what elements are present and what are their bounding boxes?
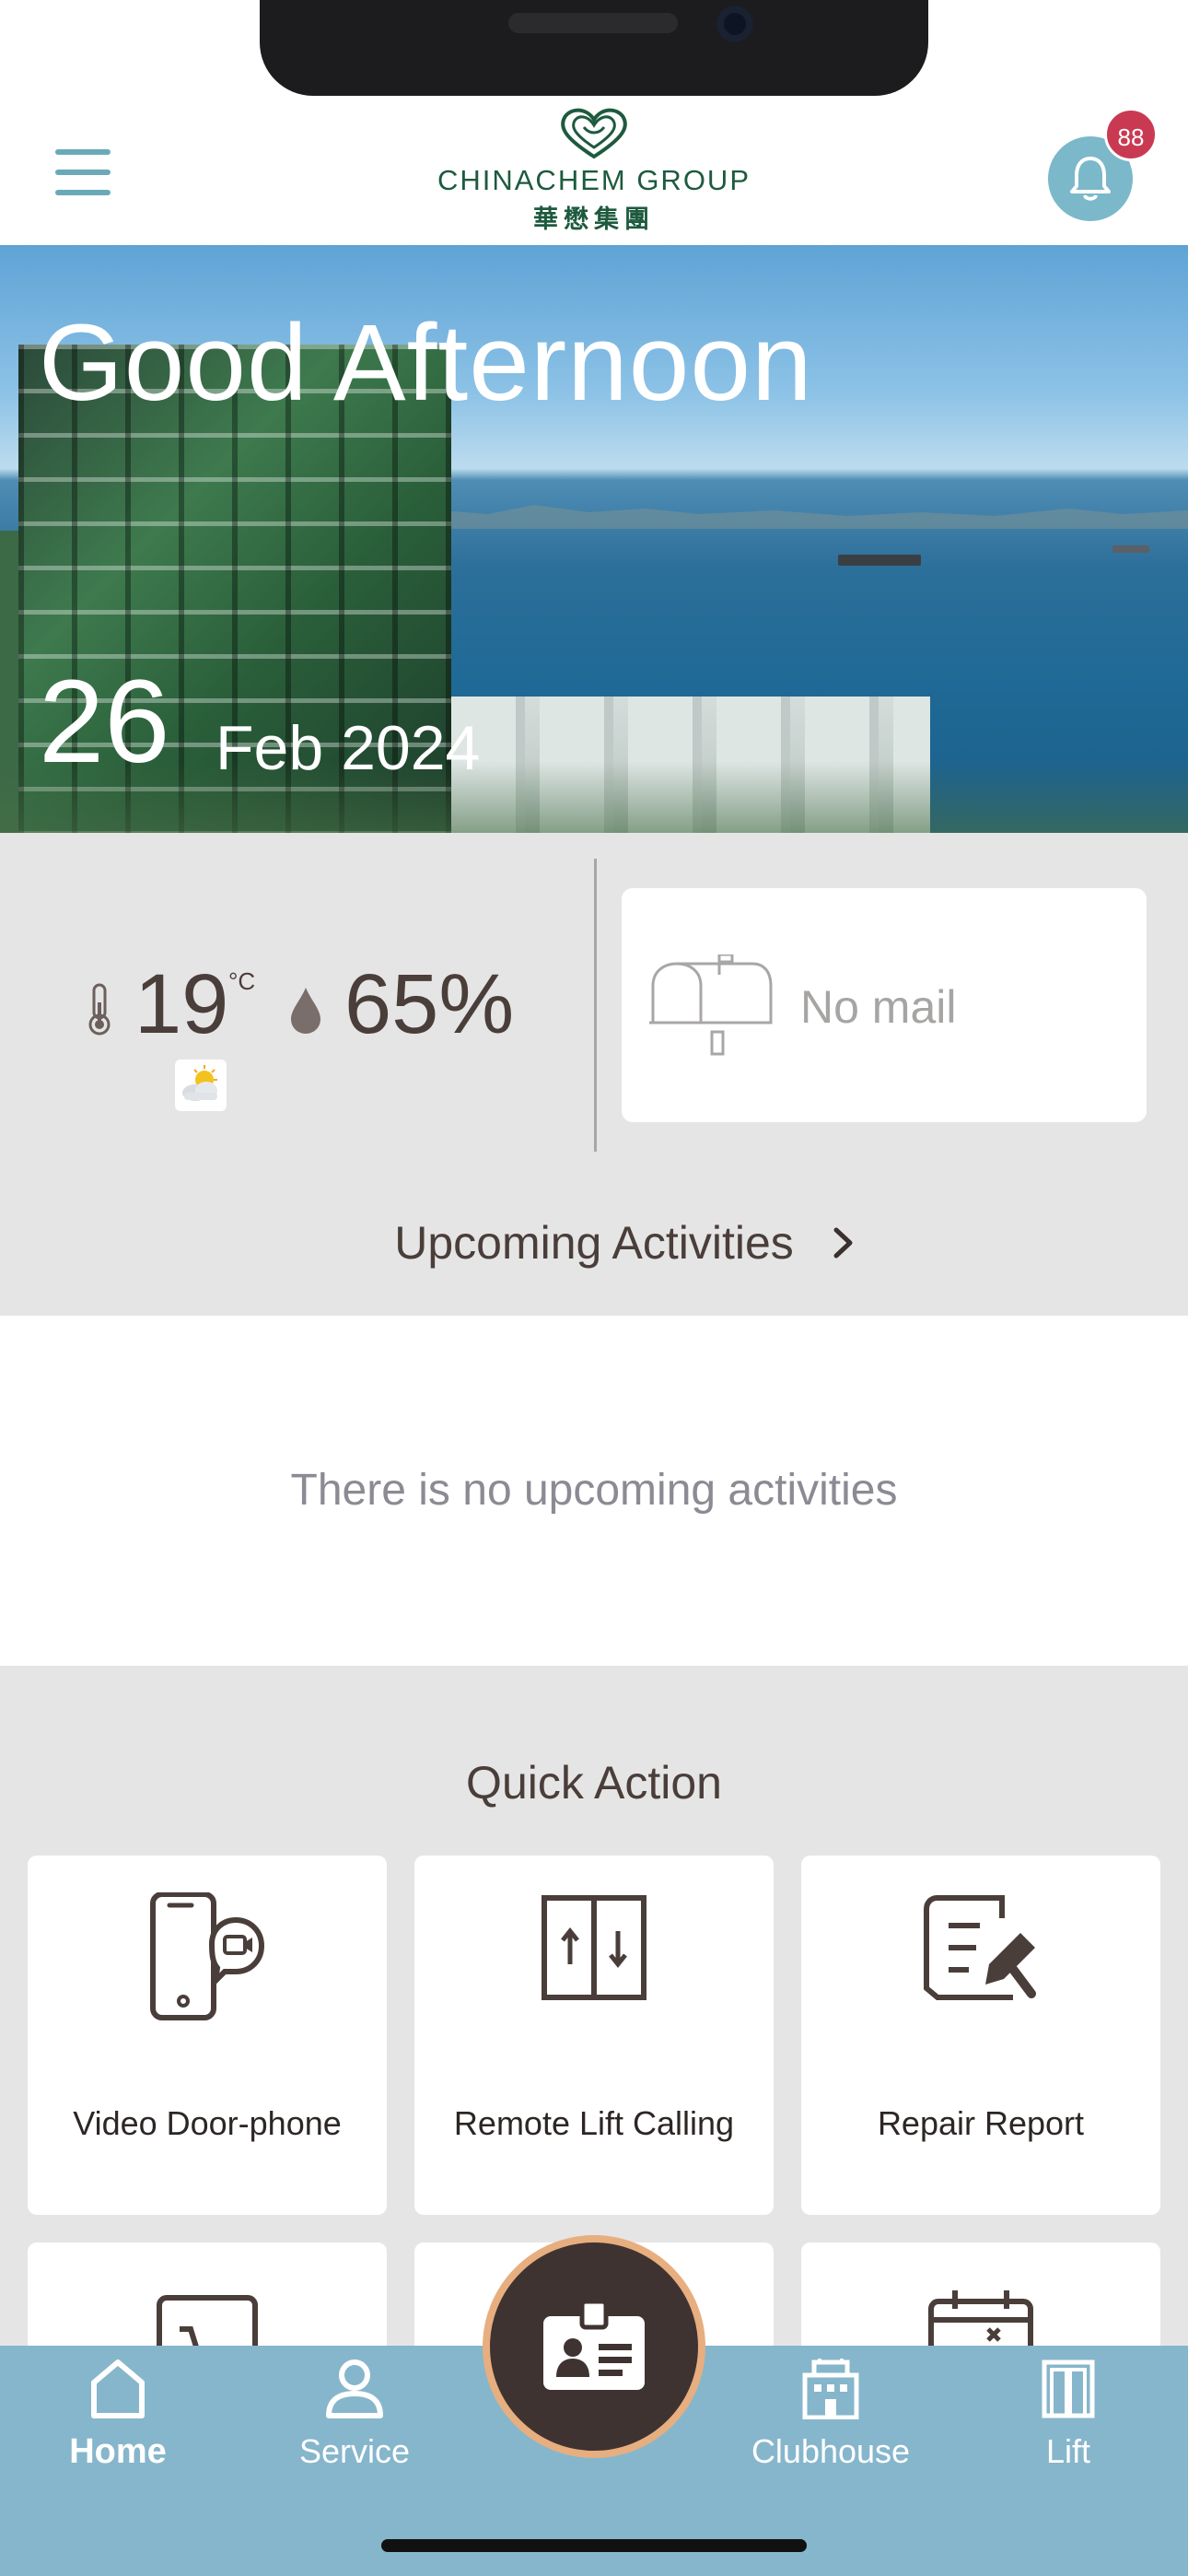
- divider: [594, 859, 597, 1152]
- quick-action-title: Quick Action: [466, 1757, 722, 1809]
- mailbox-icon: [649, 954, 773, 1056]
- service-person-icon: [326, 2359, 383, 2418]
- quick-action-label: Video Door-phone: [73, 2104, 342, 2142]
- lift-call-icon: [542, 1895, 646, 2000]
- notification-badge: 88: [1104, 108, 1158, 161]
- nav-label-service: Service: [298, 2432, 411, 2470]
- ship-image: [1112, 545, 1149, 553]
- top-bar: CHINACHEM GROUP 華懋集團 88: [0, 0, 1188, 245]
- nav-label-lift: Lift: [1045, 2432, 1091, 2470]
- logo-text-en: CHINACHEM GROUP: [437, 164, 751, 196]
- greeting-text: Good Afternoon: [39, 302, 813, 424]
- id-card-icon: [543, 2300, 645, 2390]
- video-door-phone-icon: [150, 1892, 265, 2020]
- thermometer-icon: [88, 983, 111, 1036]
- logo-text-zh: 華懋集團: [533, 205, 655, 234]
- device-notch: [260, 0, 928, 96]
- hamburger-menu-icon[interactable]: [52, 147, 114, 199]
- no-activities-message: There is no upcoming activities: [290, 1466, 898, 1515]
- nav-clubhouse[interactable]: Clubhouse: [729, 2359, 932, 2497]
- temperature-unit: °C: [228, 967, 256, 995]
- nav-lift[interactable]: Lift: [967, 2359, 1170, 2497]
- notch-camera: [716, 6, 753, 42]
- nav-label-clubhouse: Clubhouse: [751, 2432, 911, 2470]
- hero-banner: Good Afternoon 26 Feb 2024: [0, 245, 1188, 833]
- home-indicator[interactable]: [381, 2539, 807, 2552]
- humidity-value: 65%: [344, 957, 515, 1051]
- date-day: 26: [39, 656, 170, 788]
- notch-speaker: [508, 13, 678, 33]
- quick-action-label: Repair Report: [877, 2104, 1085, 2142]
- heart-logo-icon: [561, 108, 627, 159]
- chinachem-logo: CHINACHEM GROUP 華懋集團: [433, 107, 755, 236]
- info-panel: 19 °C 65% No mail: [0, 833, 1188, 1159]
- clubhouse-building-icon: [802, 2359, 859, 2419]
- home-icon: [91, 2359, 145, 2418]
- humidity-drop-icon: [291, 988, 320, 1034]
- quick-action-repair-report[interactable]: Repair Report: [801, 1856, 1160, 2215]
- upcoming-activities-title: Upcoming Activities: [394, 1217, 794, 1269]
- weather-widget: 19 °C 65%: [74, 897, 553, 1111]
- lift-icon: [1042, 2359, 1095, 2418]
- partly-cloudy-icon: [175, 1060, 227, 1111]
- quick-action-remote-lift-calling[interactable]: Remote Lift Calling: [414, 1856, 774, 2215]
- chevron-right-icon: [833, 1227, 853, 1259]
- distant-hills-icon: [405, 505, 1188, 529]
- date-month-year: Feb 2024: [215, 713, 481, 783]
- nav-label-home: Home: [69, 2432, 167, 2471]
- quick-action-video-door-phone[interactable]: Video Door-phone: [28, 1856, 387, 2215]
- repair-report-icon: [924, 1895, 1036, 2000]
- nav-home[interactable]: Home: [17, 2359, 219, 2497]
- resident-id-card-button[interactable]: [483, 2235, 705, 2458]
- activities-list: There is no upcoming activities: [0, 1316, 1188, 1666]
- quick-action-label: Remote Lift Calling: [453, 2104, 735, 2142]
- ship-image: [838, 555, 921, 566]
- temperature-value: 19: [134, 957, 229, 1051]
- nav-service[interactable]: Service: [253, 2359, 456, 2497]
- upcoming-activities-link[interactable]: Upcoming Activities: [0, 1159, 1188, 1316]
- greenery-image: [0, 761, 1188, 833]
- mailbox-card[interactable]: No mail: [622, 888, 1147, 1122]
- mail-status: No mail: [800, 981, 957, 1033]
